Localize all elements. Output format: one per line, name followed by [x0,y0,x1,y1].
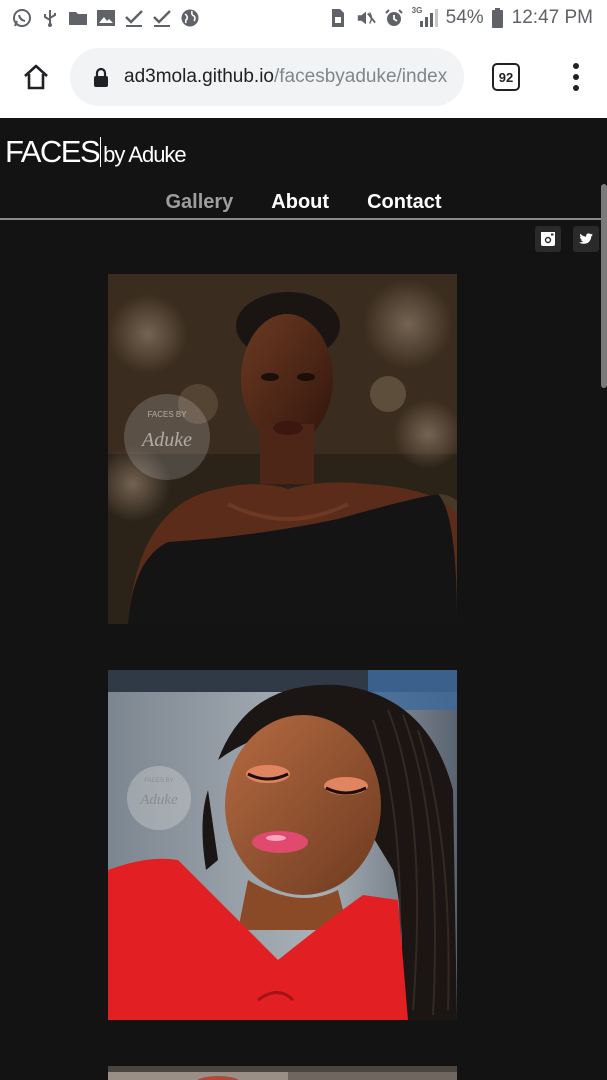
url-host: ad3mola.github.io [124,66,274,87]
mute-icon [356,8,376,28]
signal-icon: 3G [411,6,438,28]
instagram-icon [541,232,555,246]
tab-switcher-button[interactable]: 92 [492,63,520,91]
logo-divider [100,137,102,167]
portrait-photo-3 [108,1066,457,1080]
home-icon [24,64,48,90]
watermark-caption: FACES BY [144,778,173,784]
overflow-menu-button[interactable] [564,57,588,97]
status-bar: 3G 54% 12:47 PM [0,0,607,36]
url-text: ad3mola.github.io/facesbyaduke/index [124,66,447,88]
watermark-script: Aduke [139,792,178,808]
watermark-script: Aduke [140,429,192,451]
usb-icon [40,8,60,28]
whatsapp-icon [12,8,32,28]
globe-icon [180,8,200,28]
portrait-photo-2: FACES BY Aduke [108,670,457,1020]
logo-sub-text: by Aduke [103,142,187,167]
lock-icon [94,67,108,87]
menu-dot [573,63,579,69]
image-icon [96,8,116,28]
network-label: 3G [411,6,423,15]
address-bar[interactable]: ad3mola.github.io/facesbyaduke/index [70,48,464,106]
url-path: /facesbyaduke/index [274,66,448,87]
check-icon [124,8,144,28]
battery-icon [492,8,504,28]
gallery-photo-3[interactable] [108,1066,457,1080]
watermark-logo: FACES BY Aduke [127,766,191,830]
home-button[interactable] [16,57,56,97]
check-icon [152,8,172,28]
folder-icon [68,8,88,28]
nav-about[interactable]: About [252,190,348,214]
main-nav: Gallery About Contact [0,190,607,214]
portrait-photo-1: FACES BY Aduke [108,274,457,624]
twitter-button[interactable] [573,226,599,252]
status-right-icons: 3G 54% 12:47 PM [328,6,593,29]
nav-contact[interactable]: Contact [348,190,460,214]
sim-icon [328,8,348,28]
site-logo[interactable]: FACES by Aduke [5,134,187,169]
gallery-photo-2[interactable]: FACES BY Aduke [108,670,457,1020]
clock: 12:47 PM [511,7,593,28]
browser-toolbar: ad3mola.github.io/facesbyaduke/index 92 [0,36,607,118]
nav-divider [0,218,607,220]
alarm-icon [384,8,404,28]
watermark-logo: FACES BY Aduke [124,394,210,480]
gallery-photo-1[interactable]: FACES BY Aduke [108,274,457,624]
menu-dot [573,74,579,80]
battery-percent: 54% [445,7,484,28]
menu-dot [573,85,579,91]
scrollbar-thumb[interactable] [601,184,607,388]
watermark-caption: FACES BY [147,410,187,419]
social-links [535,226,599,252]
instagram-button[interactable] [535,226,561,252]
nav-gallery[interactable]: Gallery [146,190,252,214]
status-left-icons [12,8,200,28]
twitter-icon [579,233,593,244]
web-page: FACES by Aduke Gallery About Contact FAC… [0,118,607,1080]
logo-main-text: FACES [5,134,101,169]
